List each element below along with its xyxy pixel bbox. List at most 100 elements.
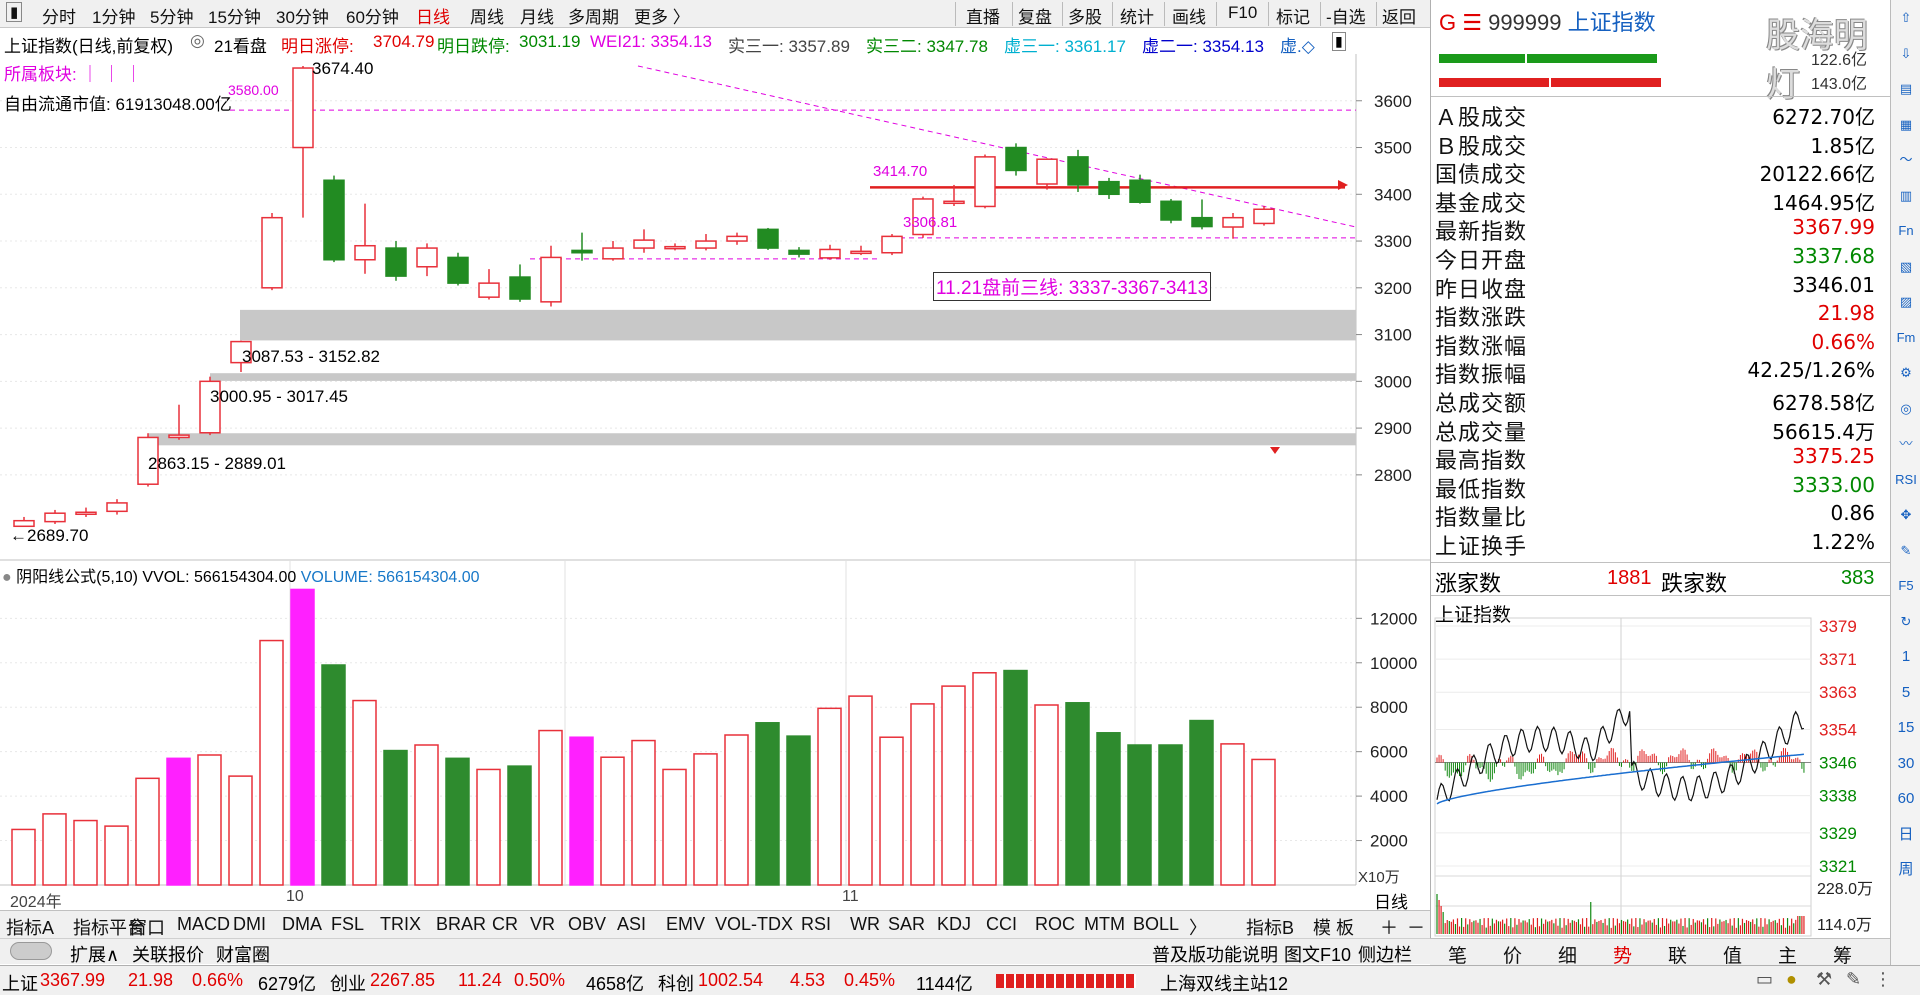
status-cy-pct: 0.50% xyxy=(514,970,566,990)
menu-dots-icon[interactable]: ⋮ xyxy=(1874,969,1892,990)
quote-row-value: 0.66% xyxy=(1811,329,1875,354)
up-arrow-icon[interactable]: ⇧ xyxy=(1894,6,1918,30)
period-15-icon[interactable]: 15 xyxy=(1894,716,1918,740)
period-30-icon[interactable]: 30 xyxy=(1894,752,1918,776)
status-server[interactable]: 上海双线主站12 xyxy=(1160,970,1288,996)
period-1-icon[interactable]: 1 xyxy=(1894,645,1918,669)
ext-tab-related[interactable]: 关联报价 xyxy=(132,941,204,967)
quote-tab[interactable]: 势 xyxy=(1613,941,1632,968)
indicator-tab[interactable]: TRIX xyxy=(380,914,421,935)
candle xyxy=(602,241,624,261)
tools-icon[interactable]: ⚒ xyxy=(1816,969,1832,990)
volume-bar xyxy=(352,699,377,886)
quote-name: 上证指数 xyxy=(1567,10,1656,35)
candle xyxy=(788,247,810,258)
period-week-icon[interactable]: 周 xyxy=(1894,858,1918,882)
premarket-box[interactable]: 11.21盘前三线: 3337-3367-3413 xyxy=(933,272,1212,301)
indicator-tab[interactable]: ASI xyxy=(617,914,646,935)
zone2-label: 3000.95 - 3017.45 xyxy=(210,387,349,406)
indicator-tab[interactable]: ＋ xyxy=(1380,914,1398,940)
quote-menu-icon[interactable]: G ☰ xyxy=(1439,10,1482,35)
report-icon[interactable]: ▨ xyxy=(1894,290,1918,314)
indicator-tab[interactable]: BRAR xyxy=(436,914,486,935)
quote-tab[interactable]: 值 xyxy=(1723,941,1742,968)
indicator-tab[interactable]: CR xyxy=(492,914,518,935)
indicator-tab[interactable]: DMI xyxy=(233,914,266,935)
ext-tab-expand[interactable]: 扩展∧ xyxy=(70,941,119,967)
indicator-tab[interactable]: WR xyxy=(850,914,880,935)
candle xyxy=(354,203,376,274)
indicator-tab[interactable]: MTM xyxy=(1084,914,1125,935)
indicator-tab[interactable]: － xyxy=(1407,914,1425,940)
wave-icon[interactable]: 〰 xyxy=(1894,432,1918,456)
price-tick-label: 3000 xyxy=(1374,372,1412,391)
ext-tab-help[interactable]: 普及版功能说明 xyxy=(1152,941,1278,967)
quote-row: 指数量比 0.86 xyxy=(1435,500,1885,530)
quote-tab[interactable]: 筹 xyxy=(1833,941,1852,968)
quote-tab[interactable]: 价 xyxy=(1503,941,1522,968)
quote-tab[interactable]: 主 xyxy=(1778,941,1797,968)
table-icon[interactable]: ▧ xyxy=(1894,255,1918,279)
quote-tab[interactable]: 细 xyxy=(1558,941,1577,968)
price-tick-label: 3500 xyxy=(1374,139,1412,158)
fm-icon[interactable]: Fm xyxy=(1894,326,1918,350)
indicator-tab[interactable]: CCI xyxy=(986,914,1017,935)
period-5-icon[interactable]: 5 xyxy=(1894,681,1918,705)
toggle-switch[interactable] xyxy=(10,942,52,960)
quote-tab[interactable]: 联 xyxy=(1668,941,1687,968)
indicator-tab[interactable]: VOL-TDX xyxy=(715,914,793,935)
indicator-tab[interactable]: KDJ xyxy=(937,914,971,935)
down-arrow-icon[interactable]: ⇩ xyxy=(1894,42,1918,66)
indicator-tab[interactable]: 〉 xyxy=(1189,914,1207,940)
period-60-icon[interactable]: 60 xyxy=(1894,787,1918,811)
indicator-tab[interactable]: DMA xyxy=(282,914,322,935)
indicator-tab[interactable]: MACD xyxy=(177,914,230,935)
indicator-tab[interactable]: 指标A xyxy=(6,914,54,940)
window-icon[interactable]: ▭ xyxy=(1756,969,1773,990)
chart-icon[interactable]: ▤ xyxy=(1894,77,1918,101)
rsi-icon[interactable]: RSI xyxy=(1894,468,1918,492)
grid-icon[interactable]: ▦ xyxy=(1894,113,1918,137)
quote-tab[interactable]: 笔 xyxy=(1448,941,1467,968)
volume-bar xyxy=(1251,758,1276,886)
quote-row-value: 3367.99 xyxy=(1792,215,1875,240)
target-icon[interactable]: ◎ xyxy=(1894,397,1918,421)
volume-bar xyxy=(693,753,718,886)
candle-body xyxy=(1098,180,1120,196)
indicator-tab[interactable]: BOLL xyxy=(1133,914,1179,935)
settings-icon[interactable]: ⚙ xyxy=(1894,361,1918,385)
candle xyxy=(416,243,438,277)
coin-icon[interactable]: ● xyxy=(1786,969,1797,990)
intraday-chart[interactable]: 228.0万 114.0万 3379 3371 3363 3354 3346 3338 332… xyxy=(1431,596,1891,938)
quote-row-label: 指数涨幅 xyxy=(1435,333,1528,359)
low-label: ←2689.70 xyxy=(10,526,89,545)
refresh-icon[interactable]: ↻ xyxy=(1894,610,1918,634)
period-day-icon[interactable]: 日 xyxy=(1894,823,1918,847)
indicator-tab[interactable]: ROC xyxy=(1035,914,1075,935)
indicator-tab[interactable]: FSL xyxy=(331,914,364,935)
ext-tab-f10[interactable]: 图文F10 xyxy=(1284,941,1351,967)
quote-row-value: 1.85亿 xyxy=(1810,133,1875,158)
indicator-tab[interactable]: OBV xyxy=(568,914,606,935)
quote-panel-tabs: 笔价细势联值主筹 xyxy=(1430,938,1890,968)
list-icon[interactable]: ▥ xyxy=(1894,184,1918,208)
move-icon[interactable]: ✥ xyxy=(1894,503,1918,527)
indicator-tab[interactable]: 窗口 xyxy=(129,914,165,940)
indicator-tab[interactable]: 指标B xyxy=(1246,914,1294,940)
brush-icon[interactable]: ✎ xyxy=(1846,969,1861,990)
volume-bar xyxy=(538,729,563,886)
indicator-tab[interactable]: SAR xyxy=(888,914,925,935)
settings-dot-icon[interactable]: ● xyxy=(2,569,12,586)
quote-row-value: 56615.4万 xyxy=(1772,419,1875,444)
quote-row-value: 3333.00 xyxy=(1792,472,1875,497)
ext-tab-wealth[interactable]: 财富圈 xyxy=(216,941,270,967)
f5-icon[interactable]: F5 xyxy=(1894,574,1918,598)
pen-icon[interactable]: ✎ xyxy=(1894,539,1918,563)
indicator-tab[interactable]: RSI xyxy=(801,914,831,935)
indicator-tab[interactable]: 模 板 xyxy=(1313,914,1354,940)
fn-icon[interactable]: Fn xyxy=(1894,219,1918,243)
indicator-tab[interactable]: VR xyxy=(530,914,555,935)
indicator-tab[interactable]: EMV xyxy=(666,914,705,935)
line-icon[interactable]: 〜 xyxy=(1894,148,1918,172)
level-3306-label: 3306.81 xyxy=(903,214,958,231)
